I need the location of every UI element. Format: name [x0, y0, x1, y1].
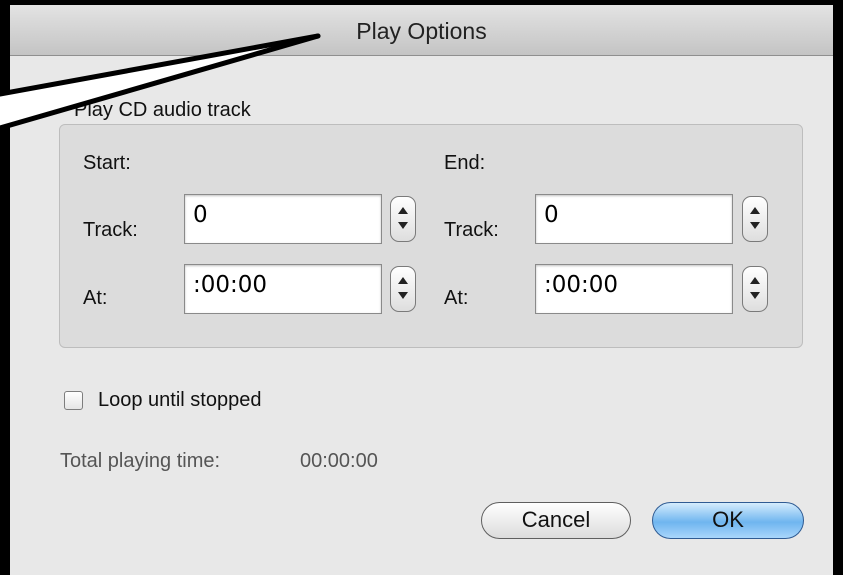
frame-border-top [0, 0, 843, 5]
end-track-field[interactable]: 0 [535, 194, 733, 244]
window-title: Play Options [356, 18, 487, 44]
title-bar[interactable]: Play Options [0, 0, 843, 56]
cancel-button[interactable]: Cancel [481, 502, 631, 539]
start-at-label: At: [83, 287, 108, 309]
ok-button[interactable]: OK [652, 502, 804, 539]
start-at-stepper[interactable] [390, 266, 416, 312]
end-at-label: At: [444, 287, 469, 309]
start-at-field[interactable]: :00:00 [184, 264, 382, 314]
start-track-label: Track: [83, 219, 138, 241]
loop-checkbox[interactable] [64, 391, 83, 410]
end-track-stepper[interactable] [742, 196, 768, 242]
stepper-down-icon[interactable] [398, 292, 408, 299]
play-options-dialog: Play Options Play CD audio track Start: … [0, 0, 843, 575]
stepper-up-icon[interactable] [398, 207, 408, 214]
stepper-up-icon[interactable] [398, 277, 408, 284]
stepper-down-icon[interactable] [750, 292, 760, 299]
start-track-stepper[interactable] [390, 196, 416, 242]
end-at-field[interactable]: :00:00 [535, 264, 733, 314]
total-time-label: Total playing time: [60, 450, 221, 472]
stepper-up-icon[interactable] [750, 277, 760, 284]
start-heading: Start: [83, 152, 131, 174]
stepper-down-icon[interactable] [398, 222, 408, 229]
loop-checkbox-label[interactable]: Loop until stopped [98, 388, 261, 412]
stepper-down-icon[interactable] [750, 222, 760, 229]
stepper-up-icon[interactable] [750, 207, 760, 214]
end-at-stepper[interactable] [742, 266, 768, 312]
end-heading: End: [444, 152, 486, 174]
total-time-value: 00:00:00 [300, 450, 378, 472]
end-track-label: Track: [444, 219, 499, 241]
start-track-field[interactable]: 0 [184, 194, 382, 244]
frame-border-left [0, 0, 10, 575]
frame-border-right [833, 0, 843, 575]
group-label: Play CD audio track [74, 99, 251, 121]
